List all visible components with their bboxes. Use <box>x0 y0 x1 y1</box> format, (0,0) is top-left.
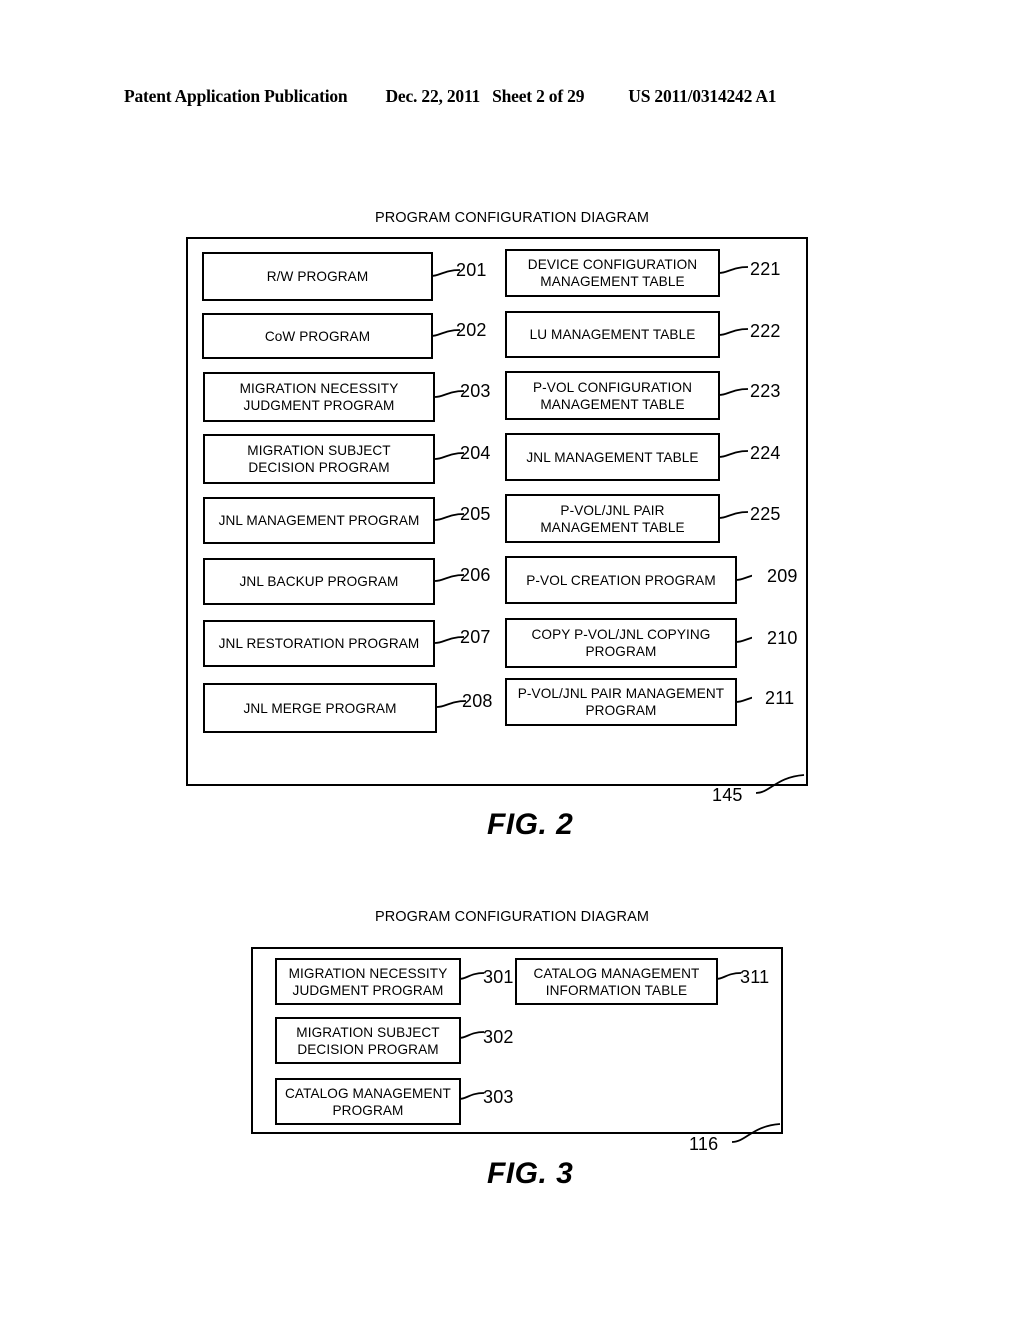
box-label: MIGRATION NECESSITY JUDGMENT PROGRAM <box>239 381 399 413</box>
publication-title: Patent Application Publication <box>124 86 348 106</box>
fig2-box-rw-program: R/W PROGRAM <box>202 252 433 301</box>
fig3-box-migration-subject-decision-program: MIGRATION SUBJECT DECISION PROGRAM <box>275 1017 461 1064</box>
box-label: MIGRATION SUBJECT DECISION PROGRAM <box>247 443 391 475</box>
fig2-ref-210: 210 <box>767 628 798 648</box>
fig2-ref-211: 211 <box>765 688 795 708</box>
publication-header: Patent Application Publication Dec. 22, … <box>124 86 900 112</box>
fig2-ref-225: 225 <box>750 504 781 524</box>
fig2-box-pvol-jnl-pair-management-table: P-VOL/JNL PAIR MANAGEMENT TABLE <box>505 494 720 543</box>
fig3-ref-302: 302 <box>483 1027 514 1047</box>
box-label: JNL MANAGEMENT PROGRAM <box>218 513 420 528</box>
box-label: JNL RESTORATION PROGRAM <box>218 636 420 651</box>
box-label: P-VOL/JNL PAIR MANAGEMENT PROGRAM <box>517 686 725 718</box>
box-label: CATALOG MANAGEMENT INFORMATION TABLE <box>533 965 700 998</box>
box-label: P-VOL/JNL PAIR MANAGEMENT TABLE <box>540 502 685 535</box>
fig2-ref-202: 202 <box>456 320 487 340</box>
fig2-label: FIG. 2 <box>487 808 574 841</box>
fig2-box-migration-subject-decision-program: MIGRATION SUBJECT DECISION PROGRAM <box>203 434 435 484</box>
fig3-ref-311: 311 <box>740 967 770 987</box>
box-label: DEVICE CONFIGURATION MANAGEMENT TABLE <box>527 257 698 289</box>
fig3-frame-ref-116: 116 <box>689 1134 719 1154</box>
fig2-ref-207: 207 <box>460 627 491 647</box>
box-label: COPY P-VOL/JNL COPYING PROGRAM <box>531 627 711 659</box>
fig3-ref-303: 303 <box>483 1087 514 1107</box>
fig3-label: FIG. 3 <box>487 1157 574 1190</box>
fig2-box-device-configuration-management-table: DEVICE CONFIGURATION MANAGEMENT TABLE <box>505 249 720 297</box>
sheet-number: Sheet 2 of 29 <box>492 86 585 106</box>
box-label: R/W PROGRAM <box>266 269 369 284</box>
fig2-ref-201: 201 <box>456 260 487 280</box>
patent-number: US 2011/0314242 A1 <box>628 86 777 106</box>
fig2-ref-221: 221 <box>750 259 781 279</box>
fig2-box-copy-pvol-jnl-copying-program: COPY P-VOL/JNL COPYING PROGRAM <box>505 618 737 668</box>
fig2-box-pvol-jnl-pair-management-program: P-VOL/JNL PAIR MANAGEMENT PROGRAM <box>505 678 737 726</box>
fig3-box-catalog-management-information-table: CATALOG MANAGEMENT INFORMATION TABLE <box>515 958 718 1005</box>
fig2-frame-ref-145: 145 <box>712 785 743 805</box>
fig2-box-cow-program: CoW PROGRAM <box>202 313 433 359</box>
box-label: MIGRATION NECESSITY JUDGMENT PROGRAM <box>288 965 448 998</box>
fig3-box-migration-necessity-judgment-program: MIGRATION NECESSITY JUDGMENT PROGRAM <box>275 958 461 1005</box>
fig3-ref-301: 301 <box>483 967 514 987</box>
fig2-box-jnl-backup-program: JNL BACKUP PROGRAM <box>203 558 435 605</box>
fig2-ref-223: 223 <box>750 381 781 401</box>
fig2-ref-209: 209 <box>767 566 798 586</box>
fig2-ref-205: 205 <box>460 504 491 524</box>
fig2-ref-222: 222 <box>750 321 781 341</box>
fig2-box-pvol-creation-program: P-VOL CREATION PROGRAM <box>505 556 737 604</box>
fig2-ref-204: 204 <box>460 443 491 463</box>
box-label: JNL MERGE PROGRAM <box>243 700 397 716</box>
fig3-title-line1: PROGRAM CONFIGURATION DIAGRAM <box>374 909 650 925</box>
fig2-box-migration-necessity-judgment-program: MIGRATION NECESSITY JUDGMENT PROGRAM <box>203 372 435 422</box>
fig2-ref-208: 208 <box>462 691 493 711</box>
fig2-box-jnl-restoration-program: JNL RESTORATION PROGRAM <box>203 620 435 667</box>
publication-date: Dec. 22, 2011 <box>385 86 481 106</box>
box-label: JNL MANAGEMENT TABLE <box>526 449 699 465</box>
fig2-box-jnl-merge-program: JNL MERGE PROGRAM <box>203 683 437 733</box>
fig2-title-line1: PROGRAM CONFIGURATION DIAGRAM <box>374 210 650 226</box>
fig2-box-pvol-configuration-management-table: P-VOL CONFIGURATION MANAGEMENT TABLE <box>505 371 720 420</box>
fig2-box-jnl-management-program: JNL MANAGEMENT PROGRAM <box>203 497 435 544</box>
fig2-ref-206: 206 <box>460 565 491 585</box>
box-label: P-VOL CONFIGURATION MANAGEMENT TABLE <box>533 379 692 412</box>
fig2-box-lu-management-table: LU MANAGEMENT TABLE <box>505 311 720 358</box>
box-label: LU MANAGEMENT TABLE <box>529 327 696 342</box>
fig3-box-catalog-management-program: CATALOG MANAGEMENT PROGRAM <box>275 1078 461 1125</box>
fig2-ref-203: 203 <box>460 381 491 401</box>
box-label: MIGRATION SUBJECT DECISION PROGRAM <box>296 1024 440 1057</box>
box-label: P-VOL CREATION PROGRAM <box>526 572 716 588</box>
box-label: CoW PROGRAM <box>264 328 371 344</box>
box-label: JNL BACKUP PROGRAM <box>239 574 399 589</box>
fig2-box-jnl-management-table: JNL MANAGEMENT TABLE <box>505 433 720 481</box>
box-label: CATALOG MANAGEMENT PROGRAM <box>285 1085 451 1118</box>
fig2-ref-224: 224 <box>750 443 781 463</box>
